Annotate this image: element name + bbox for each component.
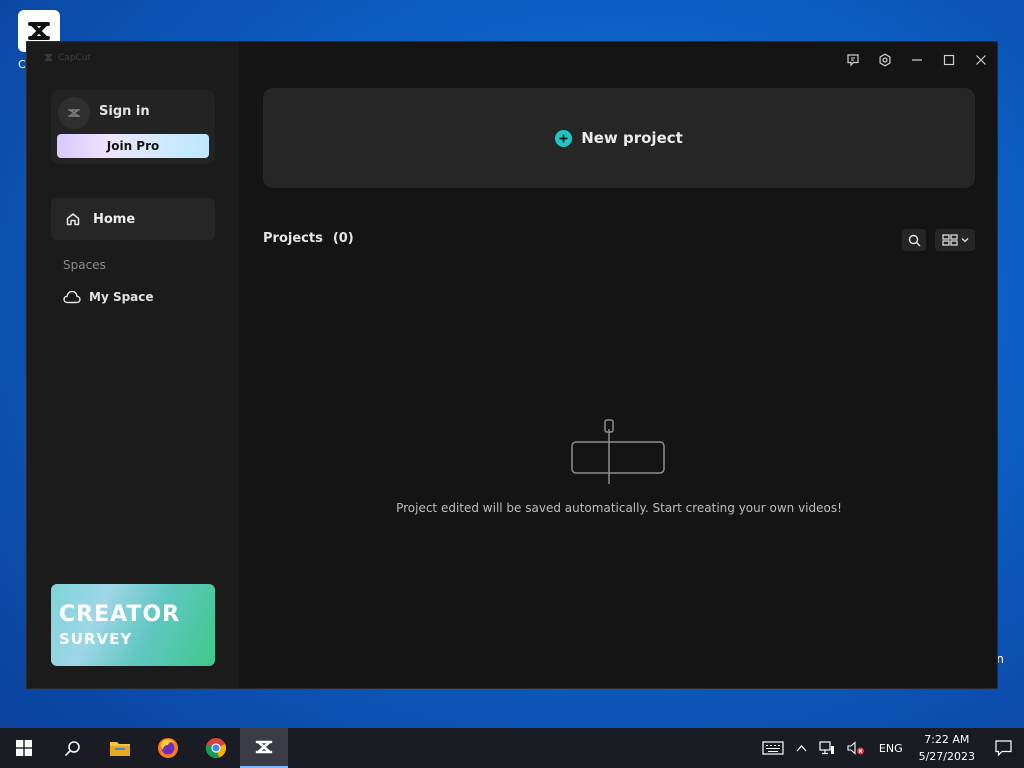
view-mode-dropdown[interactable]: [935, 229, 975, 251]
cloud-icon: [63, 288, 81, 306]
titlebar-logo: CapCut: [43, 52, 91, 63]
capcut-logo-icon: [68, 109, 80, 117]
chevron-down-icon: [961, 238, 968, 243]
projects-label: Projects: [263, 231, 323, 246]
projects-heading: Projects (0): [263, 231, 354, 246]
join-pro-button[interactable]: Join Pro: [57, 134, 209, 158]
creator-survey-banner[interactable]: CREATOR SURVEY: [51, 584, 215, 666]
network-icon: [819, 741, 834, 755]
sidebar: CapCut Sign in Join Pro Home Spaces My S…: [27, 42, 239, 688]
empty-timeline-illustration-icon: [571, 419, 665, 484]
windows-logo-icon: [16, 740, 32, 756]
notification-icon: [995, 740, 1012, 756]
capcut-logo-icon: [44, 54, 53, 61]
clock-date: 5/27/2023: [918, 750, 975, 763]
projects-count: (0): [332, 231, 354, 246]
minimize-icon: [912, 59, 922, 61]
empty-state-message: Project edited will be saved automatical…: [396, 501, 842, 515]
settings-button[interactable]: [869, 42, 901, 78]
taskbar: ENG 7:22 AM 5/27/2023: [0, 728, 1024, 768]
volume-status[interactable]: [841, 728, 871, 768]
account-card: Sign in Join Pro: [51, 90, 215, 164]
app-name: CapCut: [58, 52, 92, 63]
close-icon: [976, 55, 986, 65]
search-icon: [64, 740, 80, 756]
maximize-icon: [943, 54, 955, 66]
taskbar-search-button[interactable]: [48, 728, 96, 768]
desktop-icon-caption: C: [18, 58, 26, 71]
close-button[interactable]: [965, 42, 997, 78]
search-projects-button[interactable]: [902, 229, 926, 251]
volume-muted-icon: [847, 741, 864, 755]
start-button[interactable]: [0, 728, 48, 768]
network-status[interactable]: [813, 728, 841, 768]
action-center-button[interactable]: [983, 728, 1024, 768]
folder-icon: [110, 742, 130, 756]
spaces-heading: Spaces: [63, 258, 106, 272]
survey-title-line2: SURVEY: [59, 630, 133, 648]
sidebar-item-label: My Space: [89, 290, 154, 304]
window-controls: [837, 42, 997, 78]
home-icon: [65, 210, 83, 228]
capcut-window: CapCut Sign in Join Pro Home Spaces My S…: [26, 41, 998, 689]
taskbar-firefox[interactable]: [144, 728, 192, 768]
input-language[interactable]: ENG: [871, 742, 911, 755]
system-tray: ENG 7:22 AM 5/27/2023: [756, 728, 1024, 768]
feedback-icon: [847, 54, 859, 67]
new-project-label: New project: [581, 129, 683, 147]
taskbar-clock[interactable]: 7:22 AM 5/27/2023: [911, 731, 983, 765]
taskbar-chrome[interactable]: [192, 728, 240, 768]
avatar[interactable]: [58, 97, 90, 129]
keyboard-touch-button[interactable]: [756, 728, 790, 768]
grid-view-icon: [941, 234, 958, 246]
keyboard-icon: [762, 741, 784, 755]
taskbar-capcut[interactable]: [240, 728, 288, 768]
sidebar-item-my-space[interactable]: My Space: [51, 284, 215, 310]
taskbar-file-explorer[interactable]: [96, 728, 144, 768]
clock-time: 7:22 AM: [924, 733, 970, 746]
minimize-button[interactable]: [901, 42, 933, 78]
sidebar-item-home[interactable]: Home: [51, 198, 215, 240]
search-icon: [908, 234, 920, 246]
chevron-up-icon: [796, 745, 807, 752]
firefox-icon: [158, 738, 178, 758]
capcut-logo-icon: [255, 740, 273, 754]
show-hidden-icons-button[interactable]: [790, 728, 813, 768]
plus-icon: [555, 129, 573, 147]
chrome-icon: [205, 738, 227, 759]
sidebar-item-label: Home: [93, 211, 136, 227]
feedback-button[interactable]: [837, 42, 869, 78]
sign-in-link[interactable]: Sign in: [99, 104, 150, 119]
survey-title-line1: CREATOR: [59, 602, 181, 627]
gear-icon: [879, 53, 891, 67]
new-project-button[interactable]: New project: [263, 88, 975, 188]
maximize-button[interactable]: [933, 42, 965, 78]
